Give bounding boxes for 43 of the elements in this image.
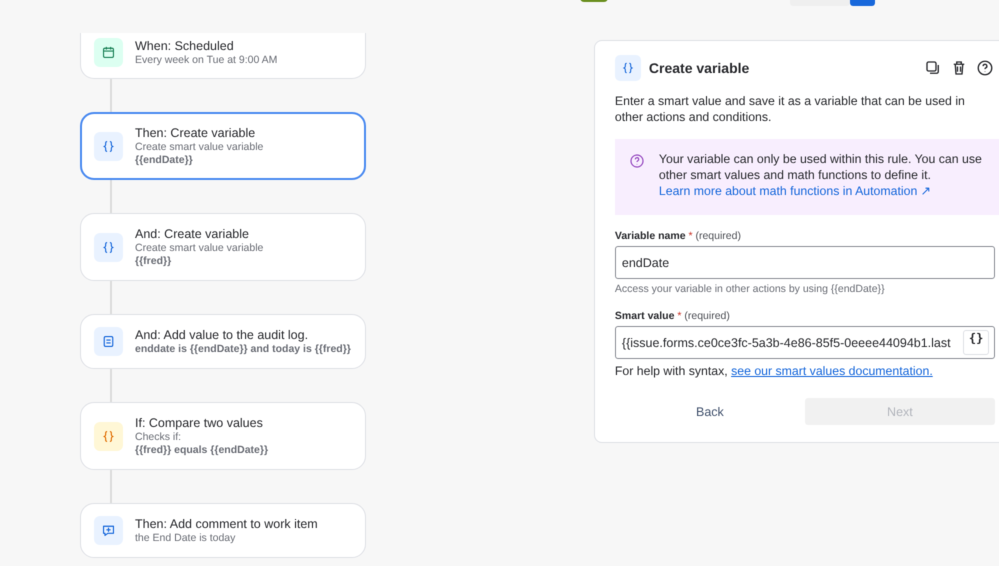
step-title: If: Compare two values: [135, 415, 264, 431]
step-card[interactable]: If: Compare two values Checks if: {{fred}} equals {{endDate}}: [80, 402, 366, 470]
copy-icon[interactable]: [924, 59, 942, 77]
step-value: enddate is {{endDate}} and today is {{fred}}: [135, 343, 351, 356]
step-description: Checks if:: [135, 431, 182, 444]
smart-value-picker[interactable]: {}: [962, 330, 990, 355]
info-text: Your variable can only be used within this rule. You can use other smart values and math functions to define it. Learn more about math functions in Automation ↗: [658, 151, 983, 200]
step-title: And: Add value to the audit log.: [135, 327, 310, 343]
calendar-icon: [94, 38, 123, 67]
documentation-link[interactable]: see our smart values documentation.: [731, 364, 933, 378]
step-value: {{endDate}}: [135, 154, 194, 167]
back-button[interactable]: Back: [614, 398, 805, 425]
step-card[interactable]: Then: Add comment to work item the End Date is today: [80, 503, 366, 558]
step-title: Then: Create variable: [135, 125, 256, 141]
panel-title: Create variable: [648, 60, 750, 76]
braces-icon: [614, 55, 641, 81]
step-card[interactable]: When: Scheduled Every week on Tue at 9:00 AM: [80, 33, 366, 79]
learn-more-link[interactable]: Learn more about math functions in Automation ↗: [658, 184, 931, 198]
help-icon: [628, 153, 645, 169]
step-title: Then: Add comment to work item: [135, 516, 318, 532]
step-description: Every week on Tue at 9:00 AM: [135, 54, 278, 67]
step-description: Create smart value variable: [135, 242, 264, 255]
step-card[interactable]: And: Create variable Create smart value variable {{fred}}: [80, 213, 366, 281]
step-value: {{fred}} equals {{endDate}}: [135, 444, 268, 457]
braces-icon: [94, 422, 123, 450]
panel-description: Enter a smart value and save it as a variable that can be used in other actions and conditions.: [614, 93, 966, 125]
step-value: {{fred}}: [135, 255, 172, 268]
field-label: Variable name * (required): [614, 230, 742, 242]
braces-icon: [94, 132, 123, 160]
step-title: And: Create variable: [135, 226, 250, 242]
step-description: the End Date is today: [135, 532, 236, 545]
step-card[interactable]: And: Add value to the audit log. enddate is {{endDate}} and today is {{fred}}: [80, 314, 366, 369]
field-label: Smart value * (required): [614, 310, 731, 322]
variable-name-field[interactable]: endDate: [614, 246, 995, 279]
step-card[interactable]: Then: Create variable Create smart value variable {{endDate}}: [80, 112, 366, 180]
comment-icon: [94, 516, 123, 545]
syntax-help-text: For help with syntax, see our smart values documentation.: [614, 364, 934, 378]
step-description: Create smart value variable: [135, 141, 264, 154]
field-helper-text: Access your variable in other actions by using {{endDate}}: [614, 283, 886, 295]
document-icon: [94, 327, 123, 356]
step-title: When: Scheduled: [135, 38, 235, 54]
help-icon[interactable]: [976, 59, 994, 77]
braces-icon: [94, 232, 123, 262]
